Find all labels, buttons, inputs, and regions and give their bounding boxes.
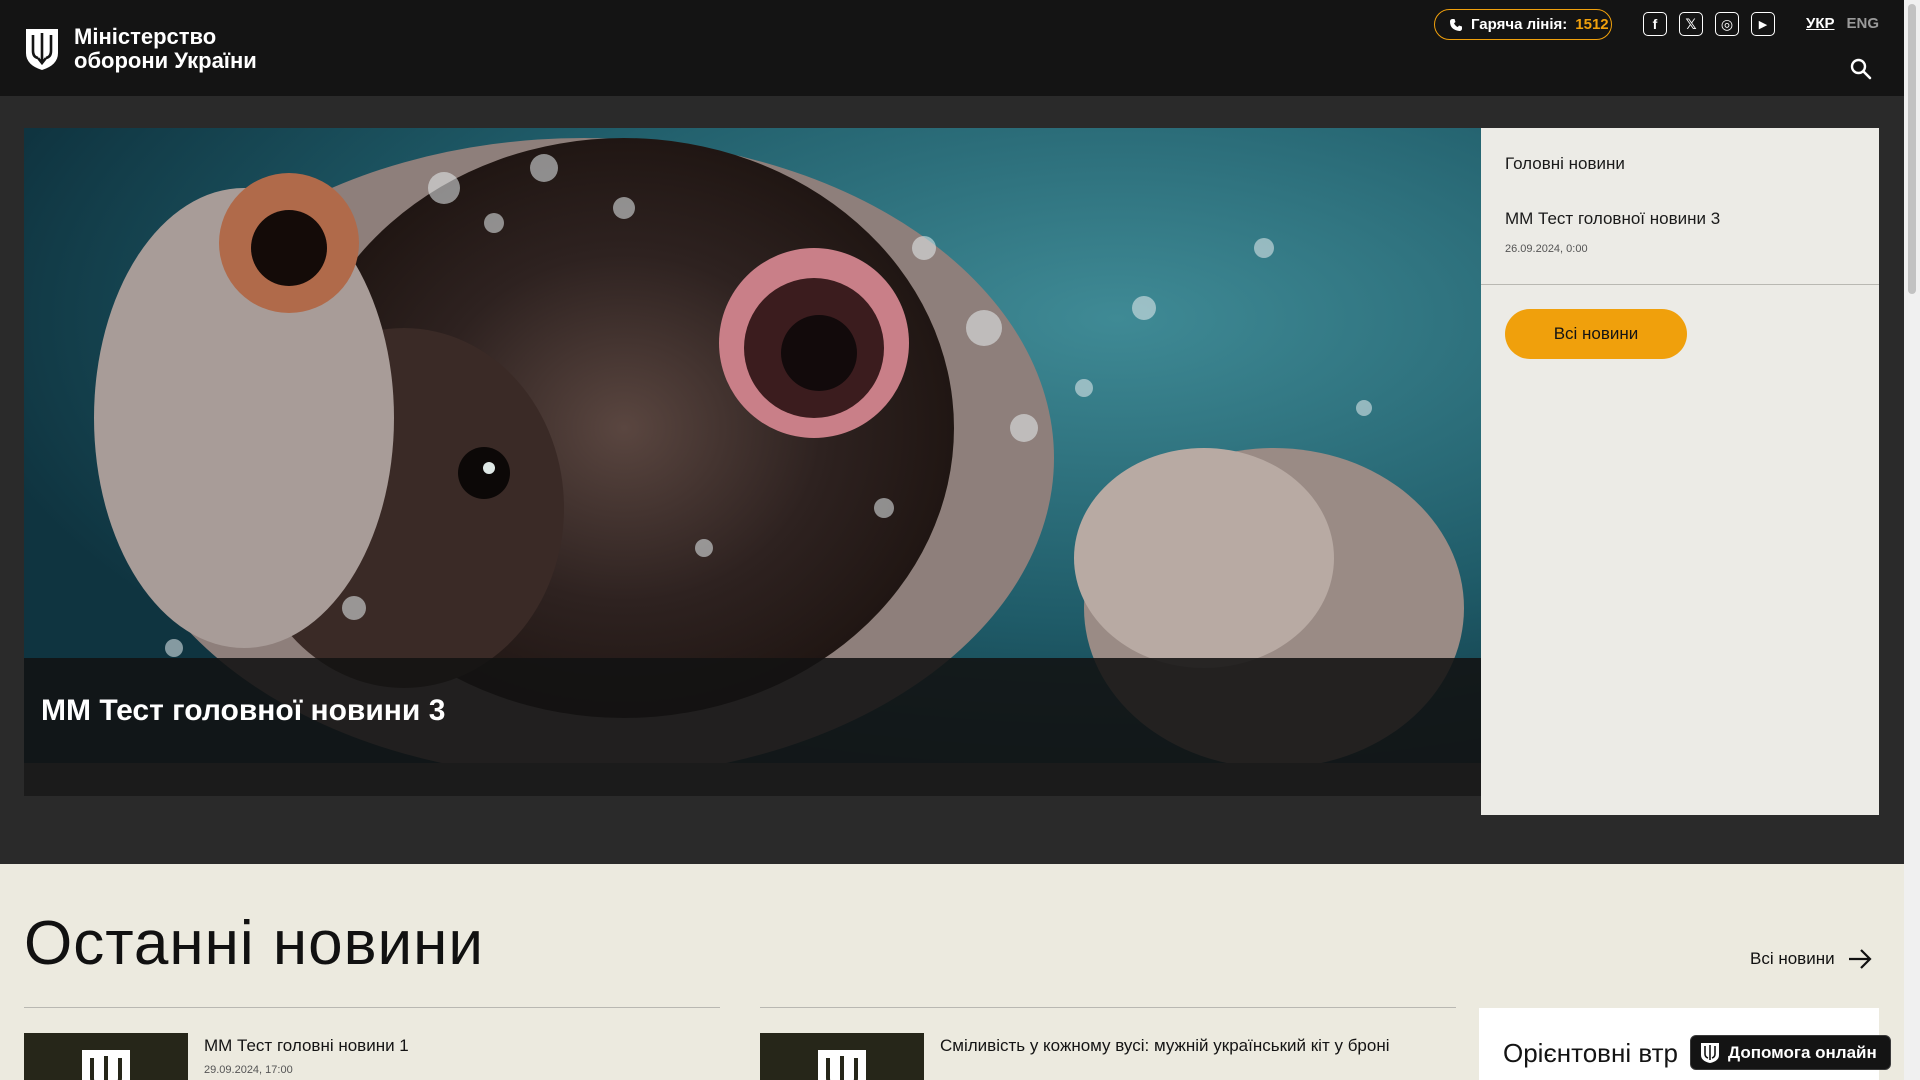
social-links: f 𝕏 ◎ ▶ <box>1643 12 1775 36</box>
trident-shield-icon <box>1701 1042 1719 1063</box>
search-icon[interactable] <box>1849 57 1873 81</box>
help-online-label: Допомога онлайн <box>1728 1042 1877 1062</box>
news-item-title[interactable]: Сміливість у кожному вусі: мужній україн… <box>940 1034 1440 1057</box>
trident-placeholder-icon <box>818 1050 866 1080</box>
ministry-name: Міністерство оборони України <box>74 25 257 73</box>
hero-news-title[interactable]: ММ Тест головної новини 3 <box>41 694 445 728</box>
main-news-item-date: 26.09.2024, 0:00 <box>1505 243 1588 255</box>
section-title: Останні новини <box>24 909 485 978</box>
enemy-losses-title: Орієнтовні втр <box>1503 1038 1678 1068</box>
instagram-glyph: ◎ <box>1720 15 1734 32</box>
youtube-glyph: ▶ <box>1758 18 1768 31</box>
x-glyph: 𝕏 <box>1685 15 1697 32</box>
main-news-item-title[interactable]: ММ Тест головної новини 3 <box>1505 209 1720 229</box>
hotline-number: 1512 <box>1575 16 1609 33</box>
phone-icon <box>1450 18 1462 31</box>
divider <box>760 1007 1456 1008</box>
all-news-link[interactable]: Всі новини <box>1750 948 1873 970</box>
news-item-date: 29.09.2024, 17:00 <box>204 1064 293 1076</box>
scrollbar-thumb[interactable] <box>1908 4 1916 294</box>
arrow-right-icon <box>1848 949 1872 969</box>
trident-shield-icon <box>26 29 58 70</box>
youtube-icon[interactable]: ▶ <box>1751 12 1775 36</box>
news-thumbnail[interactable] <box>24 1033 188 1080</box>
help-online-button[interactable]: Допомога онлайн <box>1690 1035 1891 1070</box>
hero-news-slide[interactable]: ММ Тест головної новини 3 <box>24 128 1481 763</box>
trident-placeholder-icon <box>82 1050 130 1080</box>
main-news-panel: Головні новини ММ Тест головної новини 3… <box>1481 128 1879 815</box>
news-thumbnail[interactable] <box>760 1033 924 1080</box>
hero-slider-strip <box>24 763 1481 796</box>
facebook-icon[interactable]: f <box>1643 12 1667 36</box>
divider <box>1481 284 1879 285</box>
lang-ukr[interactable]: УКР <box>1806 15 1835 32</box>
lang-eng[interactable]: ENG <box>1847 15 1880 32</box>
site-header: Міністерство оборони України Гаряча ліні… <box>0 0 1904 96</box>
ministry-name-line2: оборони України <box>74 48 257 73</box>
facebook-glyph: f <box>1652 16 1658 32</box>
divider <box>24 1007 720 1008</box>
x-twitter-icon[interactable]: 𝕏 <box>1679 12 1703 36</box>
hotline-button[interactable]: Гаряча лінія: 1512 <box>1434 9 1612 40</box>
hotline-label: Гаряча лінія: <box>1471 16 1568 33</box>
all-news-button[interactable]: Всі новини <box>1505 309 1687 359</box>
all-news-link-label: Всі новини <box>1750 949 1835 968</box>
page-scrollbar[interactable] <box>1904 0 1920 1080</box>
language-switcher: УКР ENG <box>1806 15 1879 32</box>
ministry-logo[interactable]: Міністерство оборони України <box>24 25 257 73</box>
main-news-heading: Головні новини <box>1505 154 1625 173</box>
ministry-name-line1: Міністерство <box>74 24 217 49</box>
news-item-title[interactable]: ММ Тест головні новини 1 <box>204 1034 409 1057</box>
instagram-icon[interactable]: ◎ <box>1715 12 1739 36</box>
